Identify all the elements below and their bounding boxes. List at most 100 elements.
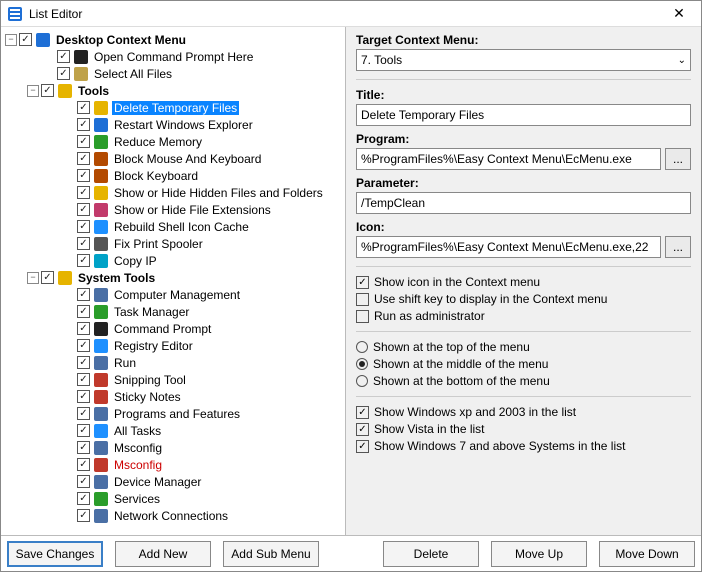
tree-checkbox[interactable] — [77, 407, 90, 420]
tree-checkbox[interactable] — [77, 390, 90, 403]
tree-item[interactable]: Show or Hide Hidden Files and Folders — [3, 184, 343, 201]
option-row: Shown at the bottom of the menu — [356, 374, 691, 388]
tree-item[interactable]: Command Prompt — [3, 320, 343, 337]
tree-checkbox[interactable] — [77, 169, 90, 182]
delete-button[interactable]: Delete — [383, 541, 479, 567]
tree-checkbox[interactable] — [77, 203, 90, 216]
checkbox[interactable] — [356, 310, 369, 323]
tree-checkbox[interactable] — [41, 84, 54, 97]
tree-checkbox[interactable] — [77, 152, 90, 165]
tree-item[interactable]: Task Manager — [3, 303, 343, 320]
tree-checkbox[interactable] — [77, 373, 90, 386]
tree-checkbox[interactable] — [77, 441, 90, 454]
tree-label: Block Mouse And Keyboard — [112, 152, 263, 166]
radio-button[interactable] — [356, 375, 368, 387]
tree-view[interactable]: −Desktop Context Menu Open Command Prompt… — [1, 27, 346, 535]
target-combo[interactable]: 7. Tools ⌄ — [356, 49, 691, 71]
tree-item[interactable]: Block Keyboard — [3, 167, 343, 184]
tree-checkbox[interactable] — [77, 475, 90, 488]
move-up-button[interactable]: Move Up — [491, 541, 587, 567]
tree-label: Services — [112, 492, 162, 506]
tree-item[interactable]: All Tasks — [3, 422, 343, 439]
title-input[interactable] — [356, 104, 691, 126]
checkbox[interactable] — [356, 440, 369, 453]
tree-item[interactable]: Network Connections — [3, 507, 343, 524]
option-label: Show Windows xp and 2003 in the list — [374, 405, 576, 419]
option-label: Show Vista in the list — [374, 422, 485, 436]
checkbox[interactable] — [356, 423, 369, 436]
tree-checkbox[interactable] — [57, 50, 70, 63]
tree-group[interactable]: −System Tools — [3, 269, 343, 286]
tree-item[interactable]: Rebuild Shell Icon Cache — [3, 218, 343, 235]
net-icon — [93, 508, 109, 524]
tree-item[interactable]: −Desktop Context Menu — [3, 31, 343, 48]
program-label: Program: — [356, 132, 691, 146]
tree-item[interactable]: Block Mouse And Keyboard — [3, 150, 343, 167]
tree-item[interactable]: Msconfig — [3, 439, 343, 456]
tree-item[interactable]: Computer Management — [3, 286, 343, 303]
tree-checkbox[interactable] — [77, 509, 90, 522]
tree-item[interactable]: Run — [3, 354, 343, 371]
tree-item[interactable]: Msconfig — [3, 456, 343, 473]
tree-label: All Tasks — [112, 424, 163, 438]
tree-item[interactable]: Sticky Notes — [3, 388, 343, 405]
checkbox[interactable] — [356, 406, 369, 419]
program-browse-button[interactable]: ... — [665, 148, 691, 170]
tree-item[interactable]: Device Manager — [3, 473, 343, 490]
add-sub-menu-button[interactable]: Add Sub Menu — [223, 541, 319, 567]
tree-item[interactable]: Select All Files — [3, 65, 343, 82]
tree-checkbox[interactable] — [77, 254, 90, 267]
tree-checkbox[interactable] — [19, 33, 32, 46]
icon-input[interactable] — [356, 236, 661, 258]
tree-label: Command Prompt — [112, 322, 213, 336]
tree-checkbox[interactable] — [77, 322, 90, 335]
tree-checkbox[interactable] — [77, 305, 90, 318]
tree-checkbox[interactable] — [77, 492, 90, 505]
collapse-toggle[interactable]: − — [27, 272, 39, 284]
cmd-icon — [93, 321, 109, 337]
tree-item[interactable]: Snipping Tool — [3, 371, 343, 388]
tree-item[interactable]: Delete Temporary Files — [3, 99, 343, 116]
icon-browse-button[interactable]: ... — [665, 236, 691, 258]
tree-item[interactable]: Services — [3, 490, 343, 507]
tree-checkbox[interactable] — [57, 67, 70, 80]
save-button[interactable]: Save Changes — [7, 541, 103, 567]
tree-checkbox[interactable] — [77, 356, 90, 369]
radio-button[interactable] — [356, 358, 368, 370]
tree-checkbox[interactable] — [77, 186, 90, 199]
tree-item[interactable]: Copy IP — [3, 252, 343, 269]
tree-checkbox[interactable] — [77, 237, 90, 250]
tree-checkbox[interactable] — [77, 458, 90, 471]
parameter-input[interactable] — [356, 192, 691, 214]
tree-item[interactable]: Registry Editor — [3, 337, 343, 354]
tree-checkbox[interactable] — [77, 339, 90, 352]
collapse-toggle[interactable]: − — [27, 85, 39, 97]
tree-label: Open Command Prompt Here — [92, 50, 255, 64]
tree-checkbox[interactable] — [77, 424, 90, 437]
program-input[interactable] — [356, 148, 661, 170]
tree-checkbox[interactable] — [77, 220, 90, 233]
tree-checkbox[interactable] — [77, 118, 90, 131]
radio-button[interactable] — [356, 341, 368, 353]
tree-checkbox[interactable] — [77, 288, 90, 301]
tree-item[interactable]: Open Command Prompt Here — [3, 48, 343, 65]
tree-item[interactable]: Programs and Features — [3, 405, 343, 422]
move-down-button[interactable]: Move Down — [599, 541, 695, 567]
tree-item[interactable]: Show or Hide File Extensions — [3, 201, 343, 218]
tree-item[interactable]: Restart Windows Explorer — [3, 116, 343, 133]
tree-group[interactable]: −Tools — [3, 82, 343, 99]
properties-panel: Target Context Menu: 7. Tools ⌄ Title: P… — [346, 27, 701, 535]
checkbox[interactable] — [356, 276, 369, 289]
collapse-toggle[interactable]: − — [5, 34, 17, 46]
tree-checkbox[interactable] — [77, 135, 90, 148]
option-label: Run as administrator — [374, 309, 485, 323]
tree-checkbox[interactable] — [41, 271, 54, 284]
tree-item[interactable]: Reduce Memory — [3, 133, 343, 150]
close-button[interactable]: ✕ — [663, 5, 695, 22]
tree-item[interactable]: Fix Print Spooler — [3, 235, 343, 252]
checkbox[interactable] — [356, 293, 369, 306]
add-new-button[interactable]: Add New — [115, 541, 211, 567]
monitor-icon — [35, 32, 51, 48]
refresh-icon — [93, 117, 109, 133]
tree-checkbox[interactable] — [77, 101, 90, 114]
